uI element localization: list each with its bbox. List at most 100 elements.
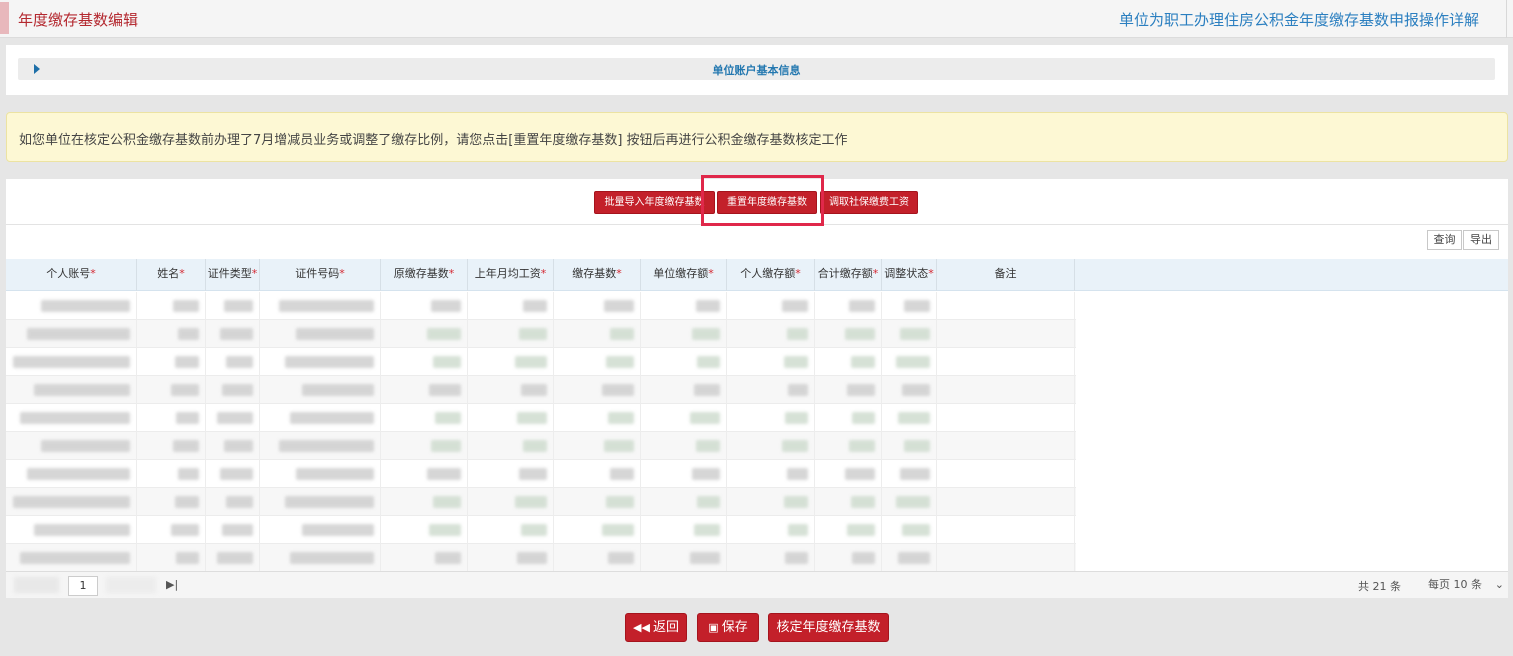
reset-base-button[interactable]: 重置年度缴存基数 [717, 191, 817, 214]
pager-first-controls[interactable] [14, 577, 59, 593]
column-header[interactable]: 上年月均工资* [468, 259, 554, 291]
column-header[interactable]: 个人账号* [6, 259, 137, 291]
column-header-label: 个人账号 [46, 267, 91, 280]
redacted-value [523, 300, 547, 312]
table-cell [137, 404, 206, 432]
redacted-value [610, 468, 634, 480]
table-cell [381, 544, 468, 572]
redacted-value [296, 328, 374, 340]
column-header[interactable]: 单位缴存额* [641, 259, 727, 291]
pager: 1 ▶| 共 21 条 每页 10 条 ⌄ [6, 571, 1508, 598]
redacted-value [851, 496, 875, 508]
table-cell [727, 432, 815, 460]
table-cell [6, 460, 137, 488]
table-row[interactable] [6, 432, 1076, 460]
table-cell [727, 292, 815, 320]
table-cell [937, 516, 1075, 544]
column-header-label: 原缴存基数 [393, 267, 449, 280]
table-cell [727, 404, 815, 432]
table-cell [815, 432, 882, 460]
table-cell [206, 460, 260, 488]
query-button[interactable]: 查询 [1427, 230, 1462, 250]
redacted-value [896, 496, 930, 508]
redacted-value [176, 412, 199, 424]
table-row[interactable] [6, 376, 1076, 404]
column-header-label: 证件号码 [295, 267, 340, 280]
column-header[interactable]: 个人缴存额* [727, 259, 815, 291]
table-cell [260, 488, 381, 516]
table-cell [137, 292, 206, 320]
column-header[interactable]: 姓名* [137, 259, 206, 291]
redacted-value [845, 468, 875, 480]
table-cell [641, 404, 727, 432]
column-header[interactable]: 原缴存基数* [381, 259, 468, 291]
back-arrow-icon: ◀◀ [633, 621, 650, 634]
table-cell [937, 376, 1075, 404]
table-row[interactable] [6, 348, 1076, 376]
pager-next-controls[interactable] [106, 577, 156, 593]
table-cell [554, 488, 641, 516]
column-header[interactable]: 证件号码* [260, 259, 381, 291]
redacted-value [171, 384, 199, 396]
column-header[interactable]: 调整状态* [882, 259, 937, 291]
last-page-icon[interactable]: ▶| [166, 578, 178, 591]
column-header[interactable]: 合计缴存额* [815, 259, 882, 291]
table-row[interactable] [6, 292, 1076, 320]
redacted-value [788, 384, 808, 396]
confirm-base-button[interactable]: 核定年度缴存基数 [768, 613, 889, 642]
table-cell [937, 348, 1075, 376]
table-row[interactable] [6, 404, 1076, 432]
export-button[interactable]: 导出 [1463, 230, 1499, 250]
table-cell [206, 404, 260, 432]
page-size-select[interactable]: 每页 10 条 ⌄ [1424, 576, 1508, 596]
table-cell [882, 404, 937, 432]
table-row[interactable] [6, 544, 1076, 572]
table-cell [260, 460, 381, 488]
column-header[interactable]: 备注 [937, 259, 1075, 291]
table-row[interactable] [6, 488, 1076, 516]
grid-header: 个人账号* 姓名* 证件类型* 证件号码* 原缴存基数* 上年月均工资* 缴存基数* 单位缴存… [6, 259, 1508, 291]
table-cell [468, 292, 554, 320]
table-cell [137, 320, 206, 348]
redacted-value [176, 552, 199, 564]
table-cell [882, 544, 937, 572]
page-number-input[interactable]: 1 [68, 576, 98, 596]
redacted-value [785, 552, 808, 564]
redacted-value [285, 356, 374, 368]
account-info-toggle[interactable]: 单位账户基本信息 [18, 58, 1495, 80]
table-cell [815, 488, 882, 516]
table-cell [468, 460, 554, 488]
batch-import-button[interactable]: 批量导入年度缴存基数 [594, 191, 715, 214]
table-cell [260, 544, 381, 572]
table-cell [137, 544, 206, 572]
table-cell [815, 516, 882, 544]
redacted-value [296, 468, 374, 480]
table-cell [937, 544, 1075, 572]
fetch-social-wage-button[interactable]: 调取社保缴费工资 [820, 191, 918, 214]
redacted-value [697, 496, 720, 508]
help-link[interactable]: 单位为职工办理住房公积金年度缴存基数申报操作详解 [1119, 9, 1479, 30]
redacted-value [784, 496, 808, 508]
table-cell [137, 376, 206, 404]
redacted-value [279, 440, 374, 452]
required-marker: * [448, 267, 455, 280]
table-cell [6, 432, 137, 460]
table-cell [641, 432, 727, 460]
table-row[interactable] [6, 460, 1076, 488]
table-cell [260, 432, 381, 460]
column-header[interactable]: 缴存基数* [554, 259, 641, 291]
column-header-label: 个人缴存额 [740, 267, 796, 280]
table-row[interactable] [6, 320, 1076, 348]
redacted-value [220, 328, 253, 340]
table-row[interactable] [6, 516, 1076, 544]
table-cell [381, 320, 468, 348]
table-cell [137, 432, 206, 460]
column-header[interactable]: 证件类型* [206, 259, 260, 291]
table-cell [641, 516, 727, 544]
back-button[interactable]: ◀◀ 返回 [625, 613, 687, 642]
redacted-value [606, 356, 634, 368]
save-button[interactable]: ▣ 保存 [697, 613, 759, 642]
table-cell [815, 404, 882, 432]
table-cell [468, 404, 554, 432]
redacted-value [785, 412, 808, 424]
